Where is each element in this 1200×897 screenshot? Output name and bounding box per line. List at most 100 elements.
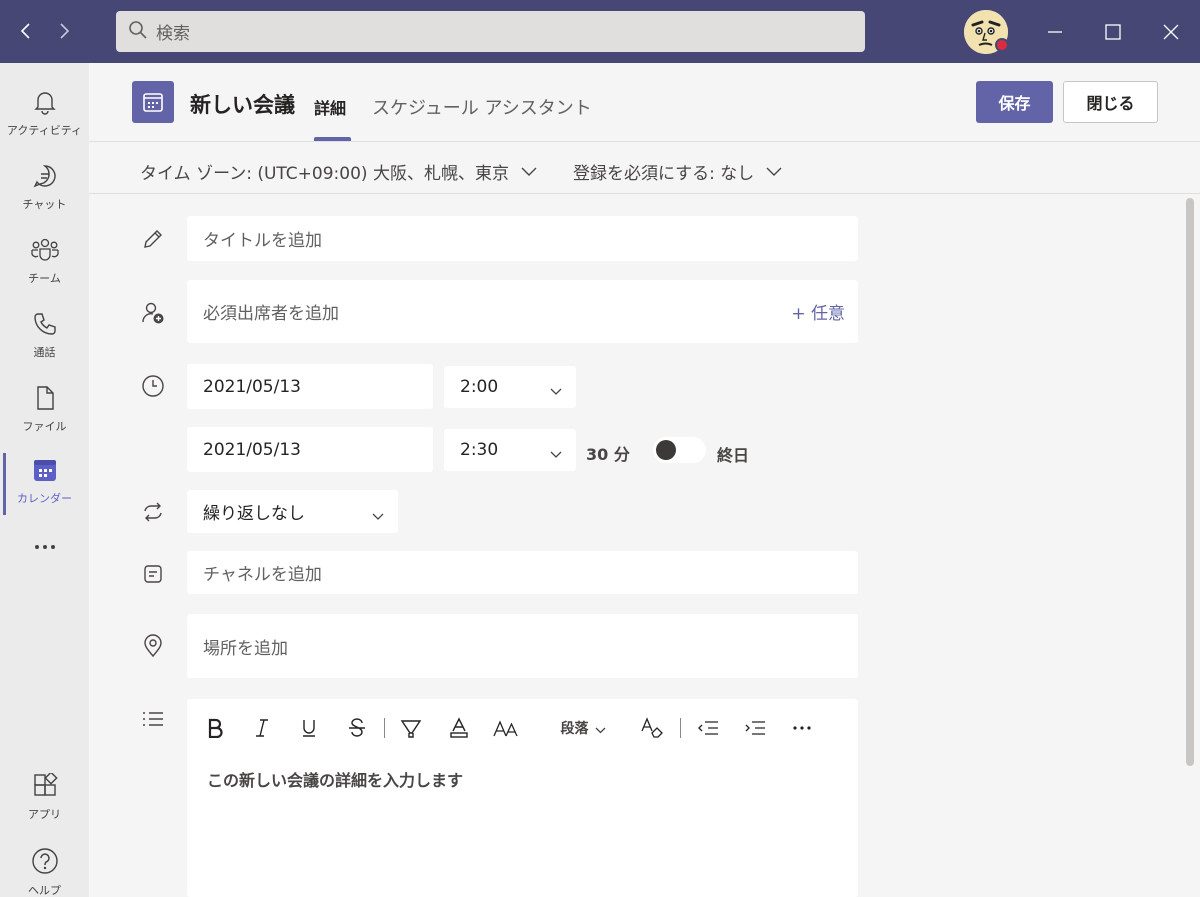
rail-item-calls[interactable]: 通話	[0, 297, 89, 367]
start-time-dropdown[interactable]: 2:00	[444, 366, 576, 408]
end-date-picker[interactable]: 2021/05/13	[187, 427, 433, 472]
rail-item-label: チャット	[22, 198, 67, 211]
rail-item-help[interactable]: ヘルプ	[0, 833, 89, 897]
toolbar-divider	[680, 718, 681, 738]
decrease-indent-icon[interactable]	[695, 713, 721, 743]
rail-item-label: カレンダー	[17, 492, 72, 505]
repeat-icon	[140, 499, 166, 525]
details-list-icon	[140, 706, 166, 732]
rail-item-label: 通話	[33, 346, 56, 359]
clear-formatting-icon[interactable]	[640, 713, 666, 743]
font-color-icon[interactable]	[446, 713, 472, 743]
bold-icon[interactable]	[203, 713, 227, 743]
close-button[interactable]: 閉じる	[1063, 81, 1158, 123]
tab-details[interactable]: 詳細	[314, 95, 346, 119]
rail-item-files[interactable]: ファイル	[0, 371, 89, 441]
attendees-input[interactable]: 必須出席者を追加 + 任意	[187, 280, 858, 343]
calendar-icon	[32, 457, 58, 487]
increase-indent-icon[interactable]	[742, 713, 768, 743]
add-attendee-icon	[140, 300, 166, 326]
rail-item-label: ヘルプ	[28, 884, 61, 897]
italic-icon[interactable]	[250, 713, 274, 743]
rail-item-apps[interactable]: アプリ	[0, 759, 89, 829]
channel-icon	[140, 561, 166, 587]
rail-item-label: チーム	[28, 272, 61, 285]
meeting-header: 新しい会議 詳細 スケジュール アシスタント 保存 閉じる	[89, 63, 1200, 142]
clock-icon	[140, 373, 166, 399]
bell-icon	[32, 89, 58, 119]
toolbar-divider	[384, 718, 385, 738]
title-bar: 検索	[0, 0, 1200, 63]
calendar-icon	[132, 81, 174, 123]
channel-input[interactable]: チャネルを追加	[187, 551, 858, 594]
chevron-down-icon	[766, 162, 782, 182]
title-input[interactable]: タイトルを追加	[187, 216, 858, 261]
pencil-icon	[140, 226, 166, 252]
registration-dropdown[interactable]: 登録を必須にする: なし	[573, 159, 782, 184]
maximize-icon[interactable]	[1099, 18, 1127, 46]
rail-item-calendar[interactable]: カレンダー	[0, 443, 89, 515]
title-placeholder: タイトルを追加	[203, 231, 322, 251]
details-editor[interactable]: 段落 この新しい会議の詳細を入力します	[187, 699, 858, 897]
page-title: 新しい会議	[190, 93, 295, 117]
start-date-value: 2021/05/13	[203, 376, 301, 397]
rail-item-label: ファイル	[22, 420, 67, 433]
start-date-picker[interactable]: 2021/05/13	[187, 364, 433, 409]
chevron-down-icon	[372, 506, 384, 526]
chevron-down-icon	[550, 444, 562, 464]
chat-icon	[32, 163, 58, 193]
tab-active-indicator	[314, 137, 351, 141]
timezone-label: タイム ゾーン: (UTC+09:00) 大阪、札幌、東京	[140, 164, 509, 184]
duration-label: 30 分	[586, 445, 630, 464]
end-date-value: 2021/05/13	[203, 439, 301, 460]
registration-label: 登録を必須にする: なし	[573, 164, 755, 184]
tab-scheduling-assistant[interactable]: スケジュール アシスタント	[372, 94, 592, 120]
toggle-knob	[656, 440, 676, 460]
more-options-icon[interactable]	[790, 713, 814, 743]
strikethrough-icon[interactable]	[345, 713, 369, 743]
optional-attendees-link[interactable]: + 任意	[791, 299, 845, 324]
search-placeholder: 検索	[156, 24, 190, 44]
search-icon	[128, 20, 148, 44]
paragraph-dropdown[interactable]: 段落	[555, 713, 611, 743]
highlight-icon[interactable]	[398, 713, 424, 743]
channel-placeholder: チャネルを追加	[203, 565, 322, 585]
paragraph-label: 段落	[560, 721, 589, 737]
search-input[interactable]: 検索	[116, 11, 865, 52]
rail-item-activity[interactable]: アクティビティ	[0, 75, 89, 145]
location-input[interactable]: 場所を追加	[187, 614, 858, 678]
back-arrow-icon[interactable]	[13, 18, 39, 44]
start-time-value: 2:00	[460, 377, 499, 397]
teams-icon	[30, 237, 60, 267]
rail-item-label: アプリ	[28, 808, 61, 821]
minimize-icon[interactable]	[1041, 18, 1069, 46]
location-icon	[140, 633, 166, 659]
all-day-toggle[interactable]	[653, 437, 706, 463]
help-icon	[31, 847, 59, 879]
more-icon	[32, 537, 58, 556]
repeat-dropdown[interactable]: 繰り返しなし	[187, 490, 398, 533]
all-day-label: 終日	[717, 446, 750, 465]
rail-item-chat[interactable]: チャット	[0, 149, 89, 219]
chevron-down-icon	[550, 381, 562, 401]
apps-icon	[32, 771, 58, 803]
close-window-icon[interactable]	[1157, 18, 1185, 46]
options-row: タイム ゾーン: (UTC+09:00) 大阪、札幌、東京 登録を必須にする: …	[89, 142, 1200, 194]
font-size-icon[interactable]	[492, 713, 520, 743]
avatar[interactable]	[964, 10, 1009, 54]
rail-item-teams[interactable]: チーム	[0, 223, 89, 293]
save-button[interactable]: 保存	[976, 81, 1053, 123]
underline-icon[interactable]	[297, 713, 321, 743]
rail-item-label: アクティビティ	[6, 124, 83, 137]
end-time-dropdown[interactable]: 2:30	[444, 429, 576, 471]
timezone-dropdown[interactable]: タイム ゾーン: (UTC+09:00) 大阪、札幌、東京	[140, 159, 537, 184]
repeat-value: 繰り返しなし	[203, 504, 305, 524]
forward-arrow-icon[interactable]	[51, 18, 77, 44]
end-time-value: 2:30	[460, 440, 499, 460]
more-apps-button[interactable]	[0, 523, 89, 593]
scrollbar[interactable]	[1186, 198, 1194, 766]
attendees-placeholder: 必須出席者を追加	[203, 304, 339, 324]
chevron-down-icon	[595, 719, 606, 738]
app-rail: アクティビティ チャット チーム 通話 ファイル カレンダー アプリ ヘルプ	[0, 63, 89, 897]
editor-placeholder: この新しい会議の詳細を入力します	[207, 771, 464, 790]
